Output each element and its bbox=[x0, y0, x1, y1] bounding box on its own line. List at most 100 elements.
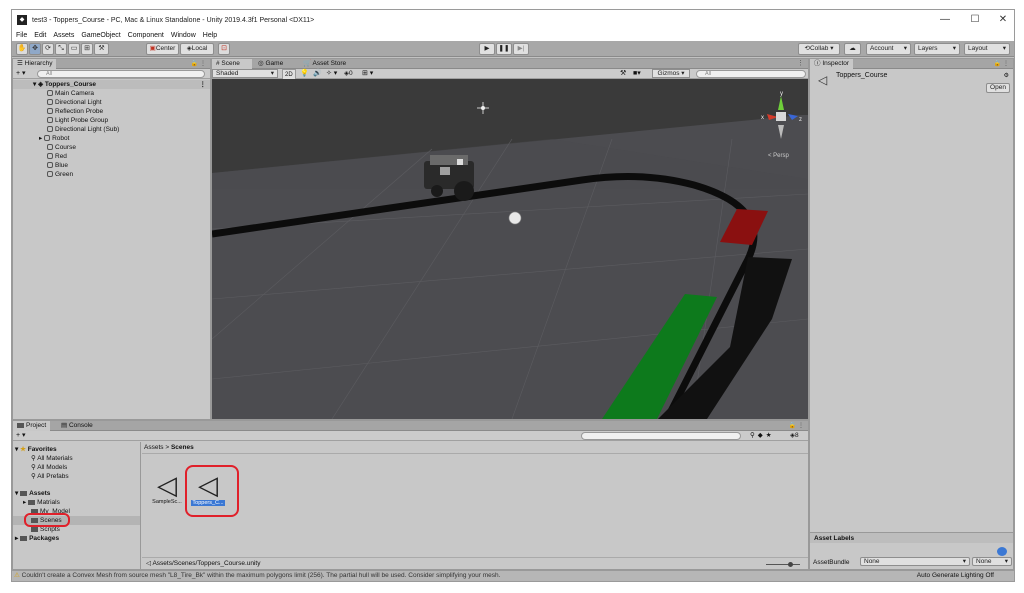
camera-icon[interactable]: ■▾ bbox=[633, 69, 641, 79]
panel-menu-icon[interactable]: 🔒 ⋮ bbox=[789, 421, 804, 431]
breadcrumb-scenes[interactable]: Scenes bbox=[171, 444, 194, 451]
close-button[interactable]: ✕ bbox=[988, 10, 1014, 30]
menu-assets[interactable]: Assets bbox=[53, 32, 74, 39]
hidden-objects-toggle[interactable]: ◈0 bbox=[344, 69, 353, 79]
scale-tool-icon[interactable]: ⤡ bbox=[55, 43, 67, 55]
snap-tool-icon[interactable]: ⊡ bbox=[218, 43, 230, 55]
hierarchy-item[interactable]: Course bbox=[13, 143, 210, 152]
tab-console[interactable]: ▤ Console bbox=[57, 421, 97, 431]
create-asset-button[interactable]: + ▾ bbox=[16, 431, 26, 441]
pause-button[interactable]: ❚❚ bbox=[496, 43, 512, 55]
hierarchy-item[interactable]: Light Probe Group bbox=[13, 116, 210, 125]
folder-item[interactable]: ▸ Matrials bbox=[13, 498, 140, 507]
panel-menu-icon[interactable]: 🔒 ⋮ bbox=[994, 59, 1009, 69]
step-button[interactable]: ▶| bbox=[513, 43, 529, 55]
asset-path: Assets/Scenes/Toppers_Course.unity bbox=[152, 560, 261, 567]
asset-labels-header[interactable]: Asset Labels bbox=[810, 532, 1013, 543]
scene-toolbar: Shaded ▾ 2D 💡 🔊 ✧ ▾ ◈0 ⊞ ▾ ⚒ ■▾ Gizmos ▾ … bbox=[212, 69, 808, 81]
gameobject-icon bbox=[47, 108, 53, 114]
hierarchy-item[interactable]: Blue bbox=[13, 161, 210, 170]
minimize-button[interactable]: — bbox=[930, 10, 960, 30]
menu-window[interactable]: Window bbox=[171, 32, 196, 39]
slider-thumb[interactable] bbox=[788, 562, 793, 567]
open-button[interactable]: Open bbox=[986, 83, 1010, 93]
layout-dropdown[interactable]: Layout ▾ bbox=[964, 43, 1010, 55]
pivot-local-button[interactable]: ◈Local bbox=[180, 43, 214, 55]
hierarchy-item[interactable]: Green bbox=[13, 170, 210, 179]
shading-mode-dropdown[interactable]: Shaded ▾ bbox=[212, 69, 278, 78]
move-tool-icon[interactable]: ✥ bbox=[29, 43, 41, 55]
gameobject-icon bbox=[47, 117, 53, 123]
favorite-item[interactable]: ⚲ All Models bbox=[13, 463, 140, 472]
search-placeholder: All bbox=[46, 71, 53, 77]
filter-icons[interactable]: ⚲◆★ bbox=[750, 431, 775, 441]
scene-viewport[interactable]: y x z < Persp bbox=[212, 79, 808, 419]
menu-component[interactable]: Component bbox=[128, 32, 164, 39]
pivot-center-button[interactable]: ▣Center bbox=[146, 43, 179, 55]
menu-edit[interactable]: Edit bbox=[34, 32, 46, 39]
hierarchy-item[interactable]: Directional Light (Sub) bbox=[13, 125, 210, 134]
menu-file[interactable]: File bbox=[16, 32, 27, 39]
tab-hierarchy[interactable]: ☰ Hierarchy bbox=[13, 59, 57, 69]
menu-help[interactable]: Help bbox=[203, 32, 217, 39]
breadcrumb-assets[interactable]: Assets bbox=[144, 444, 164, 451]
game-tab-label: Game bbox=[265, 60, 284, 67]
hierarchy-item[interactable]: Reflection Probe bbox=[13, 107, 210, 116]
collab-button[interactable]: ⟲Collab ▾ bbox=[798, 43, 840, 55]
maximize-button[interactable]: ☐ bbox=[960, 10, 990, 30]
tab-game[interactable]: ◎ Game bbox=[254, 59, 287, 69]
rotate-tool-icon[interactable]: ⟳ bbox=[42, 43, 54, 55]
hierarchy-item[interactable]: Red bbox=[13, 152, 210, 161]
status-warning[interactable]: Couldn't create a Convex Mesh from sourc… bbox=[22, 572, 501, 579]
hidden-count: 0 bbox=[349, 70, 353, 77]
transform-tool-icon[interactable]: ⊞ bbox=[81, 43, 93, 55]
packages-folder[interactable]: ▸ Packages bbox=[13, 534, 140, 543]
hierarchy-item[interactable]: Directional Light bbox=[13, 98, 210, 107]
asset-path-bar: ◁ Assets/Scenes/Toppers_Course.unity bbox=[142, 557, 808, 569]
favorite-item[interactable]: ⚲ All Materials bbox=[13, 454, 140, 463]
play-button[interactable]: ▶ bbox=[479, 43, 495, 55]
menu-gameobject[interactable]: GameObject bbox=[81, 32, 120, 39]
panel-menu-icon[interactable]: 🔒 ⋮ bbox=[191, 59, 206, 69]
favorites-label: Favorites bbox=[27, 446, 57, 453]
scene-search-input[interactable]: All bbox=[696, 70, 806, 78]
favorites-header[interactable]: ▾ ★ Favorites bbox=[13, 445, 140, 454]
tab-asset-store[interactable]: 🛒 Asset Store bbox=[299, 59, 350, 69]
effects-toggle-icon[interactable]: ✧ ▾ bbox=[326, 69, 337, 79]
tab-inspector[interactable]: ⓘ Inspector bbox=[810, 59, 854, 69]
panel-menu-icon[interactable]: ⋮ bbox=[797, 59, 804, 69]
tools-icon[interactable]: ⚒ bbox=[620, 69, 626, 79]
icon-size-slider[interactable] bbox=[766, 562, 800, 567]
tab-project[interactable]: Project bbox=[13, 421, 51, 431]
persp-label[interactable]: < Persp bbox=[768, 153, 790, 159]
hierarchy-search-input[interactable]: All bbox=[37, 70, 205, 78]
cloud-icon[interactable]: ☁ bbox=[844, 43, 861, 55]
account-dropdown[interactable]: Account ▾ bbox=[866, 43, 911, 55]
hierarchy-item[interactable]: ▸ Robot bbox=[13, 134, 210, 143]
grid-toggle-icon[interactable]: ⊞ ▾ bbox=[362, 69, 373, 79]
packages-label: Packages bbox=[29, 535, 60, 542]
add-object-button[interactable]: + ▾ bbox=[16, 69, 26, 79]
hidden-packages-toggle[interactable]: ◈8 bbox=[790, 431, 799, 441]
hierarchy-item[interactable]: Main Camera bbox=[13, 89, 210, 98]
tab-scene[interactable]: # Scene bbox=[212, 59, 252, 69]
custom-tool-icon[interactable]: ⚒ bbox=[94, 43, 109, 55]
layers-dropdown[interactable]: Layers ▾ bbox=[914, 43, 960, 55]
audio-toggle-icon[interactable]: 🔊 bbox=[313, 69, 322, 79]
lighting-toggle-icon[interactable]: 💡 bbox=[300, 69, 309, 79]
rect-tool-icon[interactable]: ▭ bbox=[68, 43, 80, 55]
scene-root-row[interactable]: ▾ ◈ Toppers_Course ⋮ bbox=[13, 80, 210, 89]
hand-tool-icon[interactable]: ✋ bbox=[16, 43, 28, 55]
assets-folder[interactable]: ▾ Assets bbox=[13, 489, 140, 498]
favorite-item[interactable]: ⚲ All Prefabs bbox=[13, 472, 140, 481]
asset-bundle-dropdown[interactable]: None ▾ bbox=[860, 557, 970, 566]
project-search-input[interactable] bbox=[581, 432, 741, 440]
gizmos-dropdown[interactable]: Gizmos ▾ bbox=[652, 69, 690, 78]
file-item[interactable]: ◁ SampleSc... bbox=[149, 471, 185, 515]
label-tag-icon[interactable] bbox=[997, 547, 1007, 556]
lighting-status[interactable]: Auto Generate Lighting Off bbox=[917, 571, 994, 581]
hierarchy-tabs: ☰ Hierarchy 🔒 ⋮ bbox=[13, 59, 210, 69]
asset-variant-dropdown[interactable]: None ▾ bbox=[972, 557, 1012, 566]
more-icon[interactable]: ⋮ bbox=[200, 80, 207, 89]
settings-gear-icon[interactable]: ⚙ bbox=[1004, 72, 1009, 79]
